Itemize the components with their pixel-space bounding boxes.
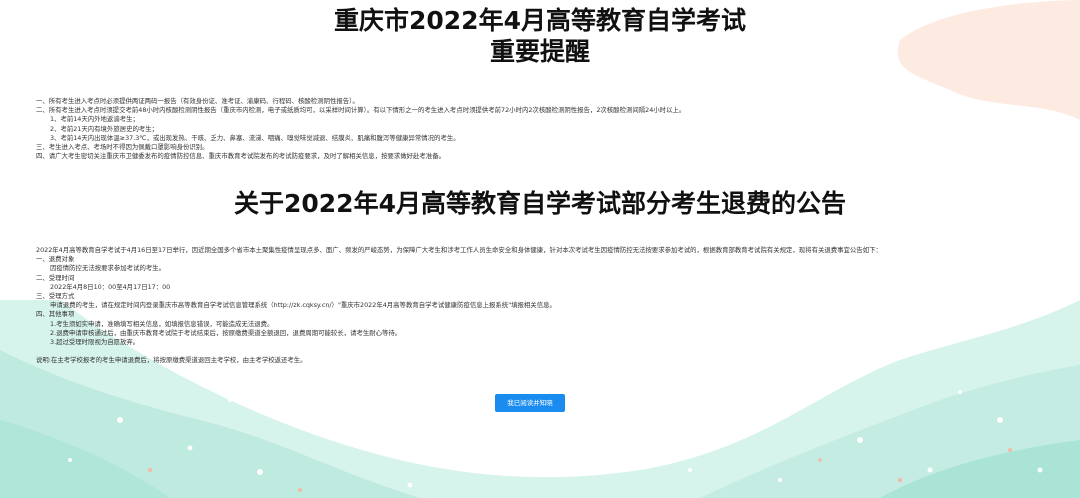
section-body: 因疫情防控无法按要求参加考试的考生。 [50,264,166,273]
section-item: 3.超过受理时限视为自愿放弃。 [50,338,140,347]
reminder-subitem: 3、考前14天内出现体温≥37.3℃，或出现发热、干咳、乏力、鼻塞、流涕、咽痛、… [50,133,460,142]
reminder-list: 一、所有考生进入考点时必须提供两证两码一报告（有效身份证、准考证、渝康码、行程码… [36,97,1046,161]
section-item: 1.考生须如实申请，准确填写相关信息，如填报信息错误，可能造成无法退费。 [50,319,274,328]
section-heading: 三、受理方式 [36,292,75,301]
announcement-body: 2022年4月高等教育自学考试于4月16日至17日举行，因近期全国多个省市本土聚… [36,246,1046,365]
reminder-subitem: 1、考前14天内外地返渝考生； [50,115,139,124]
reminder-subitem: 2、考前21天内有境外旅居史的考生； [50,124,159,133]
reminder-item: 一、所有考生进入考点时必须提供两证两码一报告（有效身份证、准考证、渝康码、行程码… [36,97,359,105]
section-heading: 二、受理时间 [36,273,75,282]
section-heading: 一、退费对象 [36,255,75,264]
reminder-item: 四、请广大考生密切关注重庆市卫健委发布的疫情防控信息、重庆市教育考试院发布的考试… [36,152,445,161]
reminder-item: 二、所有考生进入考点时须提交考前48小时内核酸检测阴性报告（重庆市内检测，电子或… [36,106,686,115]
announcement-note: 说明:在主考学校报考的考生申请退费后，将按原缴费渠道退回主考学校，由主考学校返还… [36,356,307,365]
section-item: 2.退费申请审核通过后，由重庆市教育考试院于考试结束后，按原缴费渠道全额退回，退… [50,328,402,337]
section-heading: 四、其他事项 [36,310,75,319]
announcement-title: 关于2022年4月高等教育自学考试部分考生退费的公告 [234,189,846,218]
reminder-item: 三、考生进入考点、考场时不得因为佩戴口罩影响身份识别。 [36,143,209,152]
announcement-intro: 2022年4月高等教育自学考试于4月16日至17日举行，因近期全国多个省市本土聚… [36,246,882,254]
section-body: 2022年4月8日10：00至4月17日17：00 [50,282,171,291]
section-body: 申请退费的考生，请在规定时间内登录重庆市高等教育自学考试信息管理系统（http:… [50,301,556,310]
page-title: 重庆市2022年4月高等教育自学考试 [334,6,746,35]
confirm-read-button[interactable]: 我已阅读并知晓 [495,394,565,412]
page-subtitle: 重要提醒 [489,37,590,66]
